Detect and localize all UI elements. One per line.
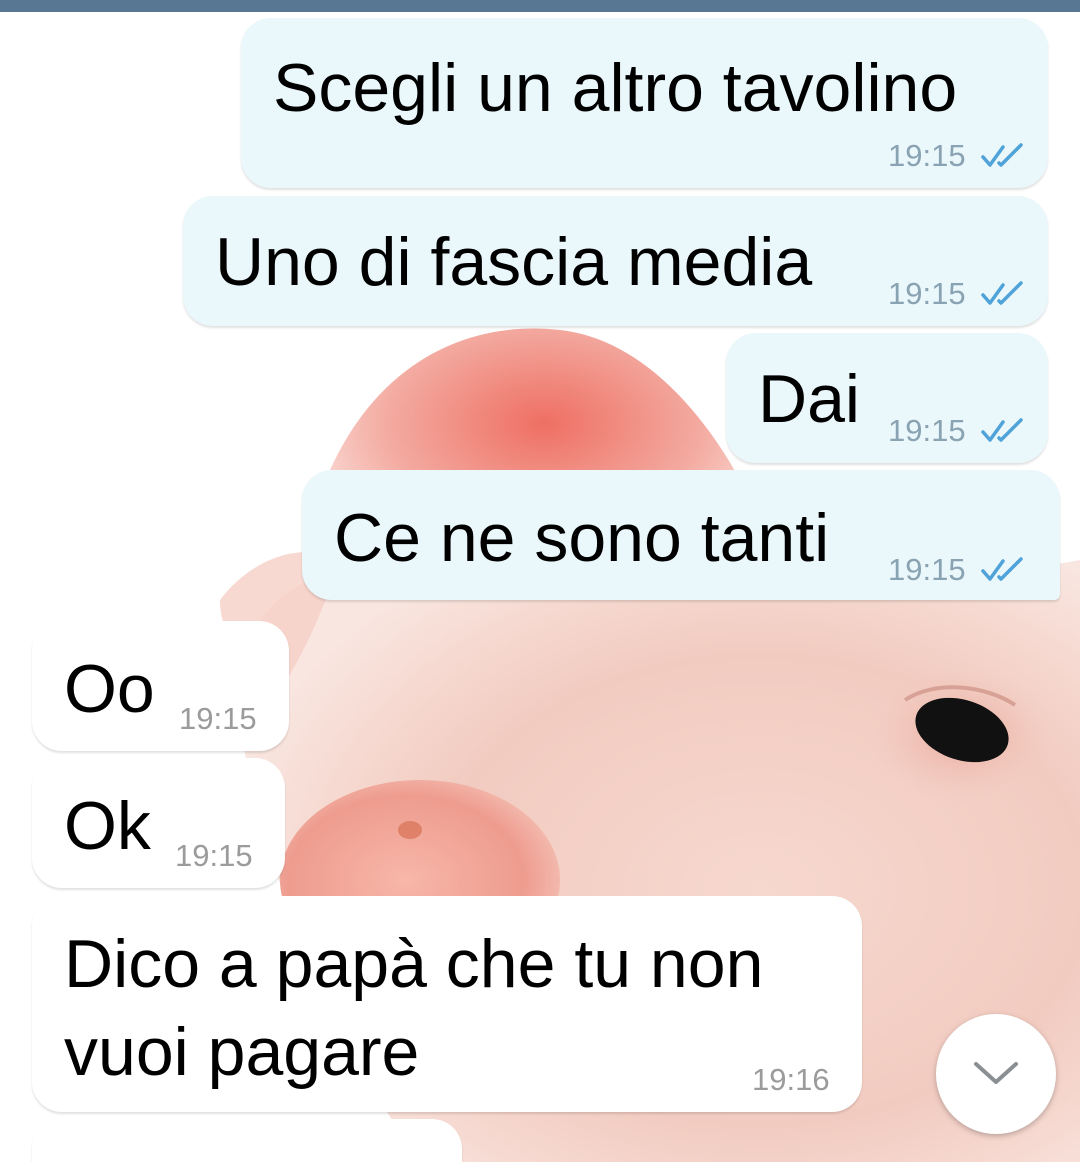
header-strip [0,0,1080,12]
message-bubble-outgoing[interactable]: Uno di fascia media 19:15 [183,196,1048,326]
message-bubble-outgoing[interactable]: Scegli un altro tavolino 19:15 [241,18,1048,188]
message-time: 19:16 [752,1062,830,1097]
message-bubble-outgoing[interactable]: Ce ne sono tanti 19:15 [302,470,1060,600]
message-time: 19:15 [179,701,257,736]
message-time: 19:15 [888,138,966,173]
message-time: 19:15 [888,276,966,311]
message-text: Ok [64,788,151,864]
message-text-line: vuoi pagare [64,1014,420,1090]
message-text-line: Dico a papà che tu non [64,926,764,1002]
message-text: Scegli un altro tavolino [273,50,958,126]
message-text: Oo [64,651,155,727]
chevron-down-icon [974,1062,1018,1084]
message-bubble-incoming-partial[interactable] [32,1119,462,1162]
double-check-icon [981,418,1023,442]
message-text: Uno di fascia media [215,224,813,300]
message-time: 19:15 [175,838,253,873]
message-bubble-outgoing[interactable]: Dai 19:15 [726,333,1048,463]
double-check-icon [981,557,1023,581]
message-time: 19:15 [888,552,966,587]
double-check-icon [981,143,1023,167]
chat-area[interactable]: Scegli un altro tavolino 19:15 Uno di fa… [0,0,1080,1162]
message-bubble-incoming[interactable]: Oo 19:15 [32,621,289,751]
message-bubble-incoming[interactable]: Dico a papà che tu non vuoi pagare 19:16 [32,896,862,1112]
message-time: 19:15 [888,413,966,448]
message-bubble-incoming[interactable]: Ok 19:15 [32,758,285,888]
double-check-icon [981,281,1023,305]
message-text: Dai [758,361,861,437]
scroll-to-bottom-button[interactable] [936,1014,1056,1134]
message-text: Ce ne sono tanti [334,500,830,576]
